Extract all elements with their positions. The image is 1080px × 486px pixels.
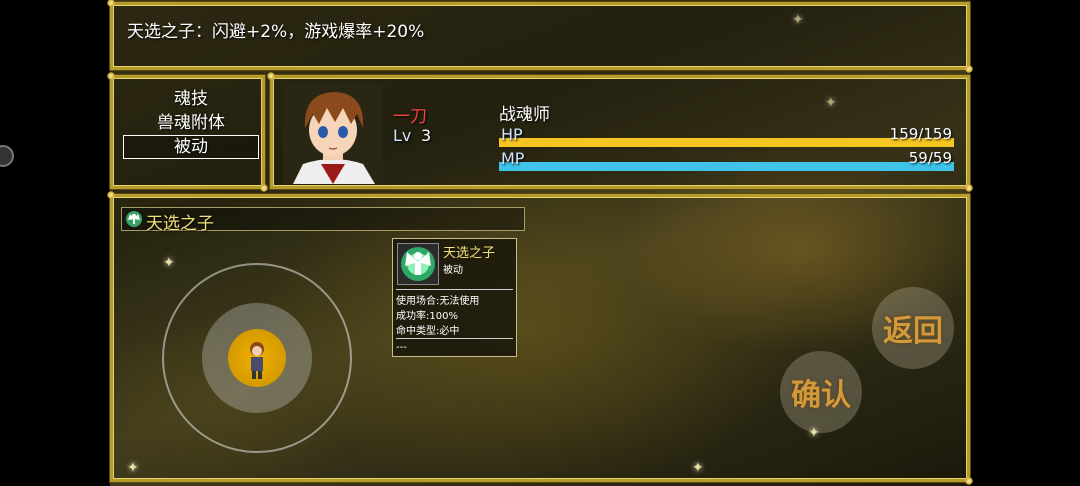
actor-class: 战魂师: [499, 105, 550, 125]
mp-gauge-fill: [499, 162, 954, 171]
actor-status-window: 一刀 Lv 3 战魂师 HP 159/159 MP 59/59: [267, 72, 973, 192]
skill-tooltip: 天选之子 被动 使用场合:无法使用 成功率:100% 命中类型:必中 ---: [392, 238, 517, 357]
hp-value: 159/159: [889, 125, 952, 143]
back-button[interactable]: 返回: [872, 287, 954, 369]
command-soul-skill[interactable]: 魂技: [123, 88, 259, 110]
tooltip-skill-type: 被动: [443, 265, 463, 276]
mp-gauge: MP 59/59: [499, 149, 954, 171]
tooltip-footer: ---: [396, 342, 407, 353]
confirm-button[interactable]: 确认: [780, 351, 862, 433]
character-sprite-icon: [250, 342, 264, 379]
skill-list-item[interactable]: 天选之子: [121, 207, 525, 234]
hp-gauge: HP 159/159: [499, 125, 954, 147]
tooltip-hit-type: 命中类型:必中: [396, 326, 460, 337]
mp-value: 59/59: [908, 149, 952, 167]
joystick-knob[interactable]: [228, 329, 286, 387]
command-beast-soul[interactable]: 兽魂附体: [123, 112, 259, 134]
hp-label: HP: [501, 125, 523, 144]
help-window: 天选之子：闪避+2%，游戏爆率+20%: [107, 0, 973, 73]
tooltip-usage: 使用场合:无法使用: [396, 296, 480, 307]
command-passive[interactable]: 被动: [123, 135, 259, 159]
level-value: 3: [421, 126, 432, 145]
hp-gauge-fill: [499, 138, 954, 147]
tooltip-success-rate: 成功率:100%: [396, 311, 458, 322]
floating-menu-dot[interactable]: [0, 145, 14, 167]
tooltip-skill-name: 天选之子: [443, 246, 496, 261]
level-label: Lv: [393, 126, 412, 145]
skill-type-window: 魂技 兽魂附体 被动: [107, 72, 268, 192]
angel-wings-icon: [125, 210, 143, 228]
skill-name: 天选之子: [146, 214, 214, 234]
actor-face-portrait: [283, 84, 383, 184]
actor-name: 一刀: [393, 107, 427, 127]
angel-wings-icon: [397, 243, 439, 285]
tooltip-divider: [396, 289, 513, 290]
tooltip-divider: [396, 338, 513, 339]
mp-label: MP: [501, 149, 525, 168]
help-text: 天选之子：闪避+2%，游戏爆率+20%: [127, 22, 425, 42]
